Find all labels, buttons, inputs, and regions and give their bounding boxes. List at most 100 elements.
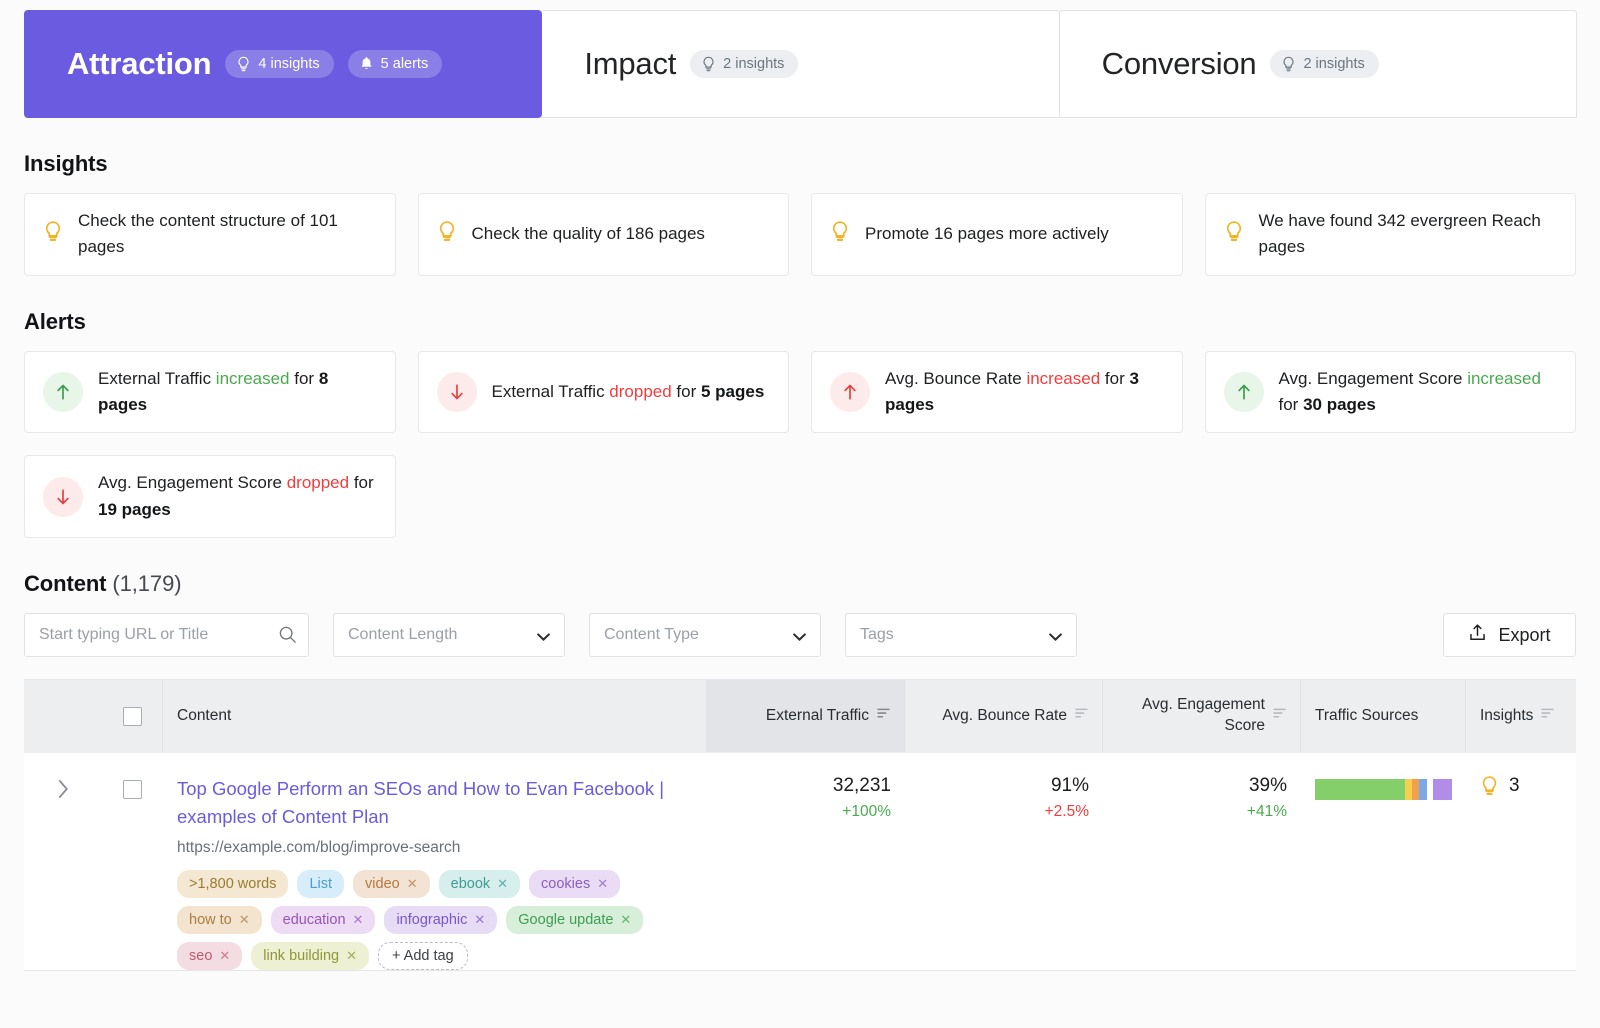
insights-section: Insights Check the content structure of … <box>0 151 1600 276</box>
tag-remove-icon[interactable]: ✕ <box>353 911 364 929</box>
alert-card[interactable]: Avg. Engagement Score dropped for 19 pag… <box>24 455 396 538</box>
filter-content-type-label: Content Type <box>604 626 699 644</box>
traffic-source-segment-referral <box>1412 779 1419 800</box>
row-avg-bounce-rate-delta: +2.5% <box>1045 803 1089 821</box>
header-aes-line1: Avg. Engagement <box>1142 696 1265 713</box>
traffic-source-segment-direct <box>1405 779 1412 800</box>
tag[interactable]: >1,800 words <box>177 870 288 898</box>
tag-remove-icon[interactable]: ✕ <box>346 947 357 965</box>
tag-label: video <box>365 874 400 894</box>
tag[interactable]: link building ✕ <box>251 942 369 970</box>
insight-card[interactable]: Promote 16 pages more actively <box>811 193 1183 276</box>
filter-tags[interactable]: Tags <box>845 613 1077 657</box>
alert-card-text: Avg. Engagement Score dropped for 19 pag… <box>98 470 377 523</box>
arrow-up-icon <box>830 372 870 412</box>
tab-attraction[interactable]: Attraction 4 insights 5 alerts <box>24 10 542 118</box>
tab-conversion-label: Conversion <box>1102 46 1257 82</box>
sort-icon[interactable] <box>1541 707 1554 725</box>
header-avg-engagement-score[interactable]: Avg. EngagementScore <box>1103 680 1301 752</box>
row-checkbox[interactable] <box>123 780 142 799</box>
tab-attraction-alerts-badge[interactable]: 5 alerts <box>348 50 443 78</box>
chevron-down-icon <box>1048 630 1063 648</box>
alerts-heading: Alerts <box>24 309 1576 335</box>
arrow-up-icon <box>1224 372 1264 412</box>
tag-remove-icon[interactable]: ✕ <box>239 911 250 929</box>
header-avg-bounce-rate[interactable]: Avg. Bounce Rate <box>905 680 1103 752</box>
alert-card[interactable]: Avg. Bounce Rate increased for 3 pages <box>811 351 1183 434</box>
alert-card[interactable]: Avg. Engagement Score increased for 30 p… <box>1205 351 1577 434</box>
export-button[interactable]: Export <box>1443 613 1576 657</box>
export-label: Export <box>1498 625 1550 646</box>
select-all-checkbox[interactable] <box>123 707 142 726</box>
search-input[interactable] <box>24 613 309 657</box>
header-insights[interactable]: Insights <box>1466 680 1576 752</box>
tag[interactable]: ebook✕ <box>439 870 520 898</box>
filter-content-length[interactable]: Content Length <box>333 613 565 657</box>
tag-remove-icon[interactable]: ✕ <box>620 911 631 929</box>
tag-remove-icon[interactable]: ✕ <box>474 911 485 929</box>
tab-conversion[interactable]: Conversion 2 insights <box>1059 10 1577 118</box>
alerts-card-grid: External Traffic increased for 8 pages E… <box>24 351 1576 538</box>
tag[interactable]: education ✕ <box>271 906 376 934</box>
sort-icon[interactable] <box>1273 707 1286 725</box>
header-select-all-cell <box>102 680 163 752</box>
row-content-cell: Top Google Perform an SEOs and How to Ev… <box>163 753 707 970</box>
tag-label: >1,800 words <box>189 874 276 894</box>
row-avg-bounce-rate-cell: 91% +2.5% <box>905 753 1103 970</box>
tab-conversion-insights-badge[interactable]: 2 insights <box>1270 50 1378 78</box>
tag-label: education <box>283 910 346 930</box>
tag-remove-icon[interactable]: ✕ <box>407 875 418 893</box>
tag[interactable]: infographic ✕ <box>384 906 497 934</box>
tag-remove-icon[interactable]: ✕ <box>497 875 508 893</box>
tag[interactable]: cookies✕ <box>529 870 620 898</box>
row-avg-engagement-score-cell: 39% +41% <box>1103 753 1301 970</box>
tab-conversion-insights-text: 2 insights <box>1303 56 1364 72</box>
row-select-cell <box>102 753 163 970</box>
tab-attraction-insights-badge[interactable]: 4 insights <box>225 50 333 78</box>
alert-pages: 19 pages <box>98 500 171 519</box>
tag-remove-icon[interactable]: ✕ <box>597 875 608 893</box>
chevron-right-icon[interactable] <box>56 779 70 804</box>
content-heading: Content (1,179) <box>24 571 1576 597</box>
tag-label: infographic <box>396 910 467 930</box>
alert-card[interactable]: External Traffic dropped for 5 pages <box>418 351 790 434</box>
insight-card-text: Check the content structure of 101 pages <box>78 208 377 261</box>
tab-impact[interactable]: Impact 2 insights <box>541 10 1059 118</box>
alert-metric: Avg. Bounce Rate <box>885 369 1026 388</box>
tag-label: Google update <box>518 910 613 930</box>
chevron-down-icon <box>536 630 551 648</box>
row-tag-list: >1,800 words List video✕ ebook✕ cookies✕… <box>177 870 693 971</box>
alert-card-text: External Traffic increased for 8 pages <box>98 366 377 419</box>
bulb-icon <box>236 56 251 72</box>
tag[interactable]: List <box>297 870 344 898</box>
insight-card[interactable]: Check the content structure of 101 pages <box>24 193 396 276</box>
row-expand-cell[interactable] <box>24 753 102 970</box>
row-external-traffic-value: 32,231 <box>833 775 891 797</box>
filter-content-length-label: Content Length <box>348 626 457 644</box>
table-row[interactable]: Top Google Perform an SEOs and How to Ev… <box>24 752 1576 970</box>
add-tag-button[interactable]: + Add tag <box>378 942 468 970</box>
tag[interactable]: video ✕ <box>353 870 430 898</box>
tag[interactable]: Google update ✕ <box>506 906 643 934</box>
alert-metric: External Traffic <box>98 369 216 388</box>
tag-label: link building <box>263 946 339 966</box>
bulb-icon <box>701 56 716 72</box>
filter-tags-label: Tags <box>860 626 894 644</box>
filter-content-type[interactable]: Content Type <box>589 613 821 657</box>
alert-card-text: External Traffic dropped for 5 pages <box>492 379 765 405</box>
tag-remove-icon[interactable]: ✕ <box>219 947 230 965</box>
header-content[interactable]: Content <box>163 680 707 752</box>
alert-card[interactable]: External Traffic increased for 8 pages <box>24 351 396 434</box>
sort-icon[interactable] <box>877 707 890 725</box>
sort-icon[interactable] <box>1075 707 1088 725</box>
alert-verb: increased <box>1467 369 1541 388</box>
insight-card[interactable]: Check the quality of 186 pages <box>418 193 790 276</box>
row-title-link[interactable]: Top Google Perform an SEOs and How to Ev… <box>177 775 693 831</box>
row-external-traffic-delta: +100% <box>842 803 891 821</box>
tag[interactable]: how to✕ <box>177 906 262 934</box>
insight-card[interactable]: We have found 342 evergreen Reach pages <box>1205 193 1577 276</box>
tag[interactable]: seo✕ <box>177 942 242 970</box>
tab-impact-insights-badge[interactable]: 2 insights <box>690 50 798 78</box>
header-external-traffic[interactable]: External Traffic <box>707 680 905 752</box>
alerts-section: Alerts External Traffic increased for 8 … <box>0 309 1600 538</box>
